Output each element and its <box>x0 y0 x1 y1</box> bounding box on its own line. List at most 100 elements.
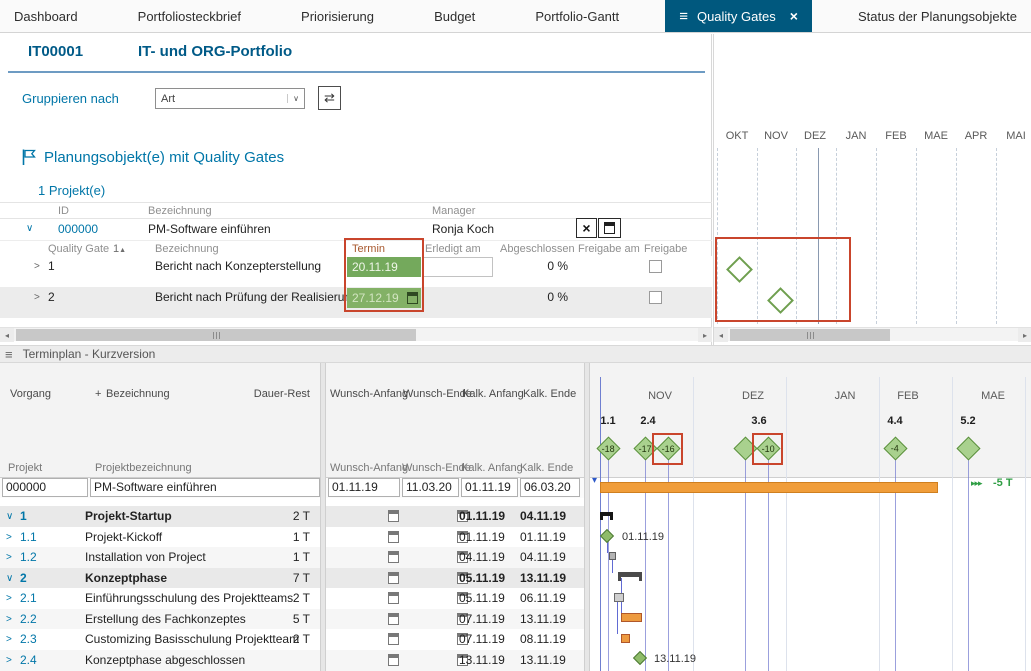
scroll-left-button[interactable]: ◂ <box>0 328 14 342</box>
project-table-header: ID Bezeichnung Manager <box>0 202 712 219</box>
menu-icon[interactable]: ≡ <box>679 8 688 25</box>
column-termin[interactable]: Termin <box>352 243 385 255</box>
task-kalk-anfang: 07.11.19 <box>459 632 505 646</box>
task-number: 1 <box>20 509 27 523</box>
task-row[interactable]: > 2.2 Erstellung des Fachkonzeptes 5 T 0… <box>0 609 584 630</box>
column-abgeschlossen[interactable]: Abgeschlossen <box>500 243 568 255</box>
column-kalk-anfang[interactable]: Kalk. Anfang <box>462 388 524 400</box>
scroll-right-button[interactable]: ▸ <box>698 328 712 342</box>
gate-row[interactable]: > 2 Bericht nach Prüfung der Realisierun… <box>0 287 712 318</box>
freigabe-checkbox[interactable] <box>649 260 662 273</box>
task-number: 1.1 <box>20 530 37 544</box>
calendar-icon[interactable] <box>388 613 399 625</box>
expand-icon[interactable]: > <box>6 552 12 563</box>
phase-bracket[interactable] <box>618 572 642 577</box>
expand-icon[interactable]: > <box>6 655 12 666</box>
horizontal-scrollbar[interactable]: ◂ ▸ <box>0 327 712 341</box>
project-id-field[interactable]: 000000 <box>2 478 88 497</box>
scrollbar-thumb[interactable] <box>730 329 890 341</box>
project-name-field[interactable]: PM-Software einführen <box>90 478 320 497</box>
expand-icon[interactable]: > <box>34 261 40 272</box>
task-bar[interactable] <box>621 613 642 622</box>
phase-bracket[interactable] <box>600 512 613 516</box>
expand-icon[interactable]: > <box>6 532 12 543</box>
sort-indicator[interactable]: 1▲ <box>113 243 126 255</box>
gate-termin-field[interactable]: 20.11.19 <box>347 257 421 277</box>
task-bar[interactable] <box>621 634 630 643</box>
task-row[interactable]: > 2.4 Konzeptphase abgeschlossen 13.11.1… <box>0 650 584 671</box>
tab-bar: Dashboard Portfoliosteckbrief Priorisier… <box>0 0 1031 33</box>
column-freigabe-am[interactable]: Freigabe am <box>578 243 640 255</box>
kalk-anfang-field[interactable]: 01.11.19 <box>461 478 518 497</box>
gate-erledigt-field[interactable] <box>423 257 493 277</box>
task-bar[interactable] <box>614 593 624 602</box>
quality-gate-milestone[interactable] <box>767 287 794 314</box>
tab-budget[interactable]: Budget <box>420 0 489 32</box>
kalk-ende-field[interactable]: 06.03.20 <box>520 478 580 497</box>
expand-icon[interactable]: > <box>34 292 40 303</box>
task-row[interactable]: > 1.1 Projekt-Kickoff 1 T 01.11.19 01.11… <box>0 527 584 548</box>
calendar-icon[interactable] <box>388 633 399 645</box>
expand-icon[interactable]: > <box>6 634 12 645</box>
gate-row[interactable]: > 1 Bericht nach Konzepterstellung 20.11… <box>0 256 712 287</box>
calendar-icon[interactable] <box>388 592 399 604</box>
chevron-down-icon[interactable]: ∨ <box>287 94 304 103</box>
task-row[interactable]: ∨ 1 Projekt-Startup 2 T 01.11.19 04.11.1… <box>0 506 584 527</box>
column-bezeichnung[interactable]: Bezeichnung <box>106 388 170 400</box>
column-freigabe[interactable]: Freigabe <box>644 243 687 255</box>
calendar-icon[interactable] <box>388 551 399 563</box>
column-splitter[interactable] <box>320 363 326 671</box>
column-kalk-ende[interactable]: Kalk. Ende <box>523 388 576 400</box>
column-vorgang[interactable]: Vorgang <box>10 388 51 400</box>
project-input-row[interactable]: 000000 PM-Software einführen 01.11.19 11… <box>0 478 584 498</box>
calendar-icon[interactable] <box>388 531 399 543</box>
terminplan-section-bar[interactable]: ≡ Terminplan - Kurzversion <box>0 345 1031 363</box>
tab-portfolio-gantt[interactable]: Portfolio-Gantt <box>521 0 633 32</box>
close-icon[interactable]: × <box>790 8 798 24</box>
group-by-dropdown[interactable]: Art ∨ <box>155 88 305 109</box>
sort-asc-icon: ▲ <box>119 247 126 254</box>
tab-status-der-planungsobjekte[interactable]: Status der Planungsobjekte <box>844 0 1031 32</box>
project-row[interactable]: ∨ 000000 PM-Software einführen Ronja Koc… <box>0 219 712 239</box>
task-row[interactable]: > 1.2 Installation von Project 1 T 04.11… <box>0 547 584 568</box>
freigabe-checkbox[interactable] <box>649 291 662 304</box>
column-bezeichnung[interactable]: Bezeichnung <box>155 243 219 255</box>
menu-icon[interactable]: ≡ <box>5 347 13 362</box>
gate-table-header: Quality Gate 1▲ Bezeichnung Termin Erled… <box>0 240 712 256</box>
collapse-icon[interactable]: ∨ <box>6 511 13 522</box>
tab-portfoliosteckbrief[interactable]: Portfoliosteckbrief <box>124 0 255 32</box>
collapse-icon[interactable]: ∨ <box>6 573 13 584</box>
expand-icon[interactable]: > <box>6 593 12 604</box>
add-task-button[interactable]: + <box>95 388 101 400</box>
tab-quality-gates[interactable]: ≡ Quality Gates × <box>665 0 812 32</box>
task-row[interactable]: > 2.3 Customizing Basisschulung Projektt… <box>0 629 584 650</box>
collapse-icon[interactable]: ∨ <box>26 223 33 234</box>
calendar-icon[interactable] <box>388 572 399 584</box>
milestone-diamond[interactable] <box>600 529 614 543</box>
wunsch-ende-field[interactable]: 11.03.20 <box>402 478 459 497</box>
calendar-icon[interactable] <box>388 510 399 522</box>
column-wunsch-anfang[interactable]: Wunsch-Anfang <box>330 388 408 400</box>
calendar-icon[interactable] <box>407 292 418 304</box>
scroll-right-button[interactable]: ▸ <box>1018 328 1031 342</box>
calendar-button[interactable] <box>598 218 621 238</box>
expand-icon[interactable]: > <box>6 614 12 625</box>
task-row[interactable]: > 2.1 Einführungsschulung des Projekttea… <box>0 588 584 609</box>
gate-termin-field[interactable]: 27.12.19 <box>347 288 421 308</box>
project-summary-bar[interactable] <box>600 482 938 493</box>
remove-button[interactable]: × <box>576 218 597 238</box>
quality-gate-milestone[interactable] <box>726 256 753 283</box>
calendar-icon[interactable] <box>388 654 399 666</box>
tab-priorisierung[interactable]: Priorisierung <box>287 0 388 32</box>
column-dauer-rest[interactable]: Dauer-Rest <box>250 388 310 400</box>
column-quality-gate[interactable]: Quality Gate <box>48 243 109 255</box>
task-row[interactable]: ∨ 2 Konzeptphase 7 T 05.11.19 13.11.19 <box>0 568 584 589</box>
column-erledigt-am[interactable]: Erledigt am <box>425 243 481 255</box>
tab-dashboard[interactable]: Dashboard <box>0 0 92 32</box>
scroll-left-button[interactable]: ◂ <box>714 328 728 342</box>
refresh-button[interactable]: ⇄ <box>318 86 341 110</box>
scrollbar-thumb[interactable] <box>16 329 416 341</box>
horizontal-scrollbar[interactable]: ◂ ▸ <box>714 327 1031 341</box>
task-bar[interactable] <box>609 552 616 560</box>
wunsch-anfang-field[interactable]: 01.11.19 <box>328 478 400 497</box>
